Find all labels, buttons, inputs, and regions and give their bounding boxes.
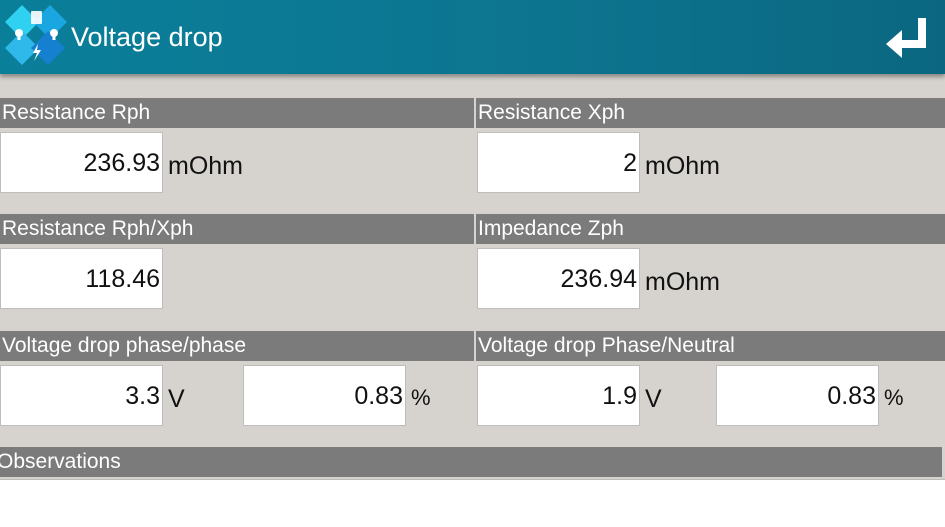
resistance-xph-header: Resistance Xph: [476, 98, 945, 128]
resistance-rph-header: Resistance Rph: [0, 98, 474, 128]
vdrop-phase-phase-volt-unit: V: [168, 385, 185, 413]
vdrop-phase-phase-header: Voltage drop phase/phase: [0, 331, 474, 361]
vdrop-phase-neutral-header: Voltage drop Phase/Neutral: [476, 331, 945, 361]
observations-field[interactable]: [0, 479, 945, 527]
resistance-xph-unit: mOhm: [645, 152, 720, 180]
vdrop-phase-neutral-volt-unit: V: [645, 385, 662, 413]
vdrop-phase-phase-percent-unit: %: [411, 385, 431, 410]
impedance-zph-field[interactable]: 236.94: [477, 248, 640, 309]
resistance-xph-field[interactable]: 2: [477, 132, 640, 193]
vdrop-phase-neutral-percent-unit: %: [884, 385, 904, 410]
vdrop-phase-phase-volt-field[interactable]: 3.3: [0, 365, 163, 426]
impedance-zph-unit: mOhm: [645, 268, 720, 296]
vdrop-phase-neutral-percent-field[interactable]: 0.83: [716, 365, 879, 426]
return-arrow-icon[interactable]: [882, 14, 932, 64]
page-title: Voltage drop: [71, 22, 223, 52]
calculator-bulb-lightning-icon: [5, 5, 67, 65]
app-toolbar: Voltage drop: [0, 0, 945, 74]
resistance-rph-unit: mOhm: [168, 152, 243, 180]
resistance-ratio-field[interactable]: 118.46: [0, 248, 163, 309]
impedance-zph-header: Impedance Zph: [476, 214, 945, 244]
resistance-rph-field[interactable]: 236.93: [0, 132, 163, 193]
observations-header: Observations: [0, 447, 942, 477]
vdrop-phase-neutral-volt-field[interactable]: 1.9: [477, 365, 640, 426]
vdrop-phase-phase-percent-field[interactable]: 0.83: [243, 365, 406, 426]
resistance-ratio-header: Resistance Rph/Xph: [0, 214, 474, 244]
